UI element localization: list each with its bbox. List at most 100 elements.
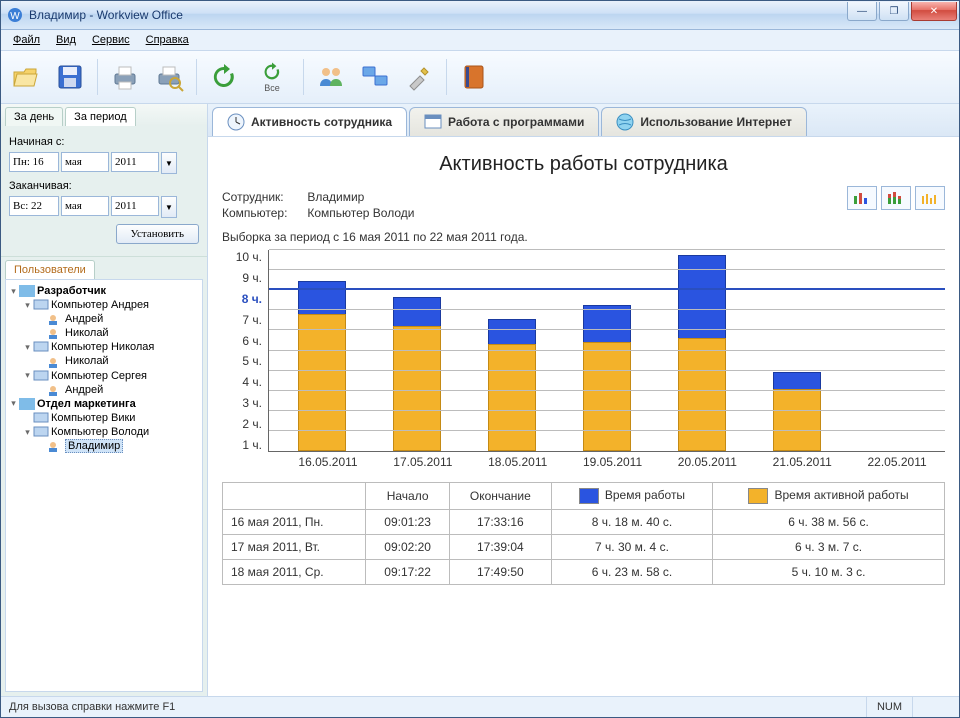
statusbar: Для вызова справки нажмите F1 NUM <box>1 696 959 717</box>
employee-value: Владимир <box>307 190 364 204</box>
window-icon <box>424 113 442 131</box>
svg-text:W: W <box>10 11 20 22</box>
menubar: Файл Вид Сервис Справка <box>1 30 959 51</box>
refresh-button[interactable] <box>205 58 243 96</box>
maximize-button[interactable]: ❐ <box>879 2 909 21</box>
tree-group-dev[interactable]: Разработчик <box>37 285 106 297</box>
status-resize-grip[interactable] <box>912 697 951 717</box>
tab-activity[interactable]: Активность сотрудника <box>212 107 407 136</box>
from-date: ▼ <box>9 152 199 174</box>
help-button[interactable] <box>455 58 493 96</box>
computer-icon <box>33 412 49 424</box>
chart-type-stacked-button[interactable] <box>881 186 911 210</box>
computer-icon <box>33 299 49 311</box>
legend-swatch-yellow <box>748 488 768 504</box>
tree-user-nikolay[interactable]: Николай <box>65 327 109 339</box>
globe-icon <box>616 113 634 131</box>
col-start: Начало <box>366 483 449 510</box>
computer-icon <box>33 341 49 353</box>
col-end: Окончание <box>449 483 551 510</box>
to-day-input[interactable] <box>9 196 59 216</box>
table-row: 16 мая 2011, Пн.09:01:2317:33:168 ч. 18 … <box>223 510 945 535</box>
save-button[interactable] <box>51 58 89 96</box>
from-label: Начиная с: <box>9 136 199 148</box>
main-pane: Активность сотрудника Работа с программа… <box>208 104 959 696</box>
print-button[interactable] <box>106 58 144 96</box>
titlebar: W Владимир - Workview Office — ❐ ✕ <box>1 1 959 30</box>
tab-day[interactable]: За день <box>5 107 63 126</box>
from-date-dropdown[interactable]: ▼ <box>161 152 177 174</box>
to-year-input[interactable] <box>111 196 159 216</box>
user-tree[interactable]: ▾Разработчик ▾Компьютер Андрея Андрей Ни… <box>5 279 203 692</box>
group-icon <box>19 398 35 410</box>
print-preview-button[interactable] <box>150 58 188 96</box>
tab-internet[interactable]: Использование Интернет <box>601 107 807 136</box>
table-row: 18 мая 2011, Ср.09:17:2217:49:506 ч. 23 … <box>223 560 945 585</box>
apply-button[interactable]: Установить <box>116 224 199 244</box>
menu-service[interactable]: Сервис <box>86 32 136 48</box>
chart-type-line-button[interactable] <box>915 186 945 210</box>
tree-user-vladimir[interactable]: Владимир <box>65 439 123 453</box>
tab-programs[interactable]: Работа с программами <box>409 107 599 136</box>
to-date-dropdown[interactable]: ▼ <box>161 196 177 218</box>
computer-icon <box>33 370 49 382</box>
close-button[interactable]: ✕ <box>911 2 957 21</box>
tab-period[interactable]: За период <box>65 107 135 126</box>
menu-file[interactable]: Файл <box>7 32 46 48</box>
tree-computer-sergey[interactable]: Компьютер Сергея <box>51 370 147 382</box>
user-icon <box>47 384 63 396</box>
computers-button[interactable] <box>356 58 394 96</box>
refresh-all-label: Все <box>264 83 280 93</box>
users-button[interactable] <box>312 58 350 96</box>
user-icon <box>47 440 63 452</box>
minimize-button[interactable]: — <box>847 2 877 21</box>
computer-icon <box>33 426 49 438</box>
app-window: W Владимир - Workview Office — ❐ ✕ Файл … <box>0 0 960 718</box>
tree-computer-volodi[interactable]: Компьютер Володи <box>51 426 149 438</box>
status-num: NUM <box>866 697 912 717</box>
col-active: Время активной работы <box>713 483 945 510</box>
main-tabs: Активность сотрудника Работа с программа… <box>208 104 959 137</box>
computer-key: Компьютер: <box>222 206 304 220</box>
selection-period: Выборка за период с 16 мая 2011 по 22 ма… <box>222 230 945 244</box>
open-button[interactable] <box>7 58 45 96</box>
to-month-input[interactable] <box>61 196 109 216</box>
from-day-input[interactable] <box>9 152 59 172</box>
table-row: 17 мая 2011, Вт.09:02:2017:39:047 ч. 30 … <box>223 535 945 560</box>
tree-computer-viki[interactable]: Компьютер Вики <box>51 412 135 424</box>
from-month-input[interactable] <box>61 152 109 172</box>
report-area: Активность работы сотрудника Сотрудник: … <box>208 137 959 696</box>
left-pane: За день За период Начиная с: ▼ Заканчива… <box>1 104 208 696</box>
chart-type-bar-button[interactable] <box>847 186 877 210</box>
user-icon <box>47 327 63 339</box>
tree-computer-nikolay[interactable]: Компьютер Николая <box>51 341 154 353</box>
tree-user-nikolay2[interactable]: Николай <box>65 355 109 367</box>
activity-table: Начало Окончание Время работы Время акти… <box>222 482 945 585</box>
report-title: Активность работы сотрудника <box>222 153 945 176</box>
menu-help[interactable]: Справка <box>140 32 195 48</box>
user-icon <box>47 313 63 325</box>
employee-key: Сотрудник: <box>222 190 304 204</box>
tree-user-andrey[interactable]: Андрей <box>65 313 103 325</box>
clock-icon <box>227 113 245 131</box>
refresh-all-button[interactable]: Все <box>249 58 295 96</box>
legend-swatch-blue <box>579 488 599 504</box>
col-work: Время работы <box>551 483 712 510</box>
tree-group-marketing[interactable]: Отдел маркетинга <box>37 398 136 410</box>
settings-button[interactable] <box>400 58 438 96</box>
tree-computer-andrey[interactable]: Компьютер Андрея <box>51 299 149 311</box>
window-title: Владимир - Workview Office <box>29 8 847 22</box>
col-date <box>223 483 366 510</box>
to-date: ▼ <box>9 196 199 218</box>
tab-programs-label: Работа с программами <box>448 115 584 129</box>
tree-user-andrey2[interactable]: Андрей <box>65 384 103 396</box>
app-icon: W <box>7 7 23 23</box>
toolbar: Все <box>1 51 959 104</box>
group-icon <box>19 285 35 297</box>
menu-view[interactable]: Вид <box>50 32 82 48</box>
user-icon <box>47 356 63 368</box>
users-tab[interactable]: Пользователи <box>5 260 95 279</box>
from-year-input[interactable] <box>111 152 159 172</box>
to-label: Заканчивая: <box>9 180 199 192</box>
tab-internet-label: Использование Интернет <box>640 115 792 129</box>
